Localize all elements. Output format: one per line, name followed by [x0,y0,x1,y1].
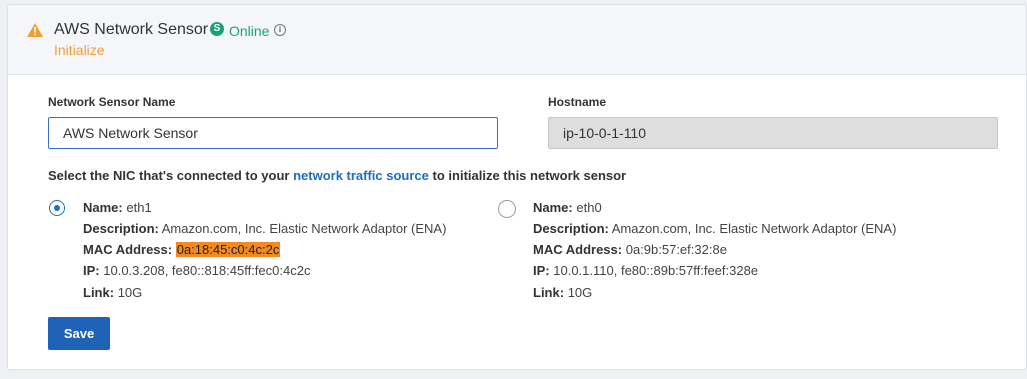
nic-link-row: Link: 10G [83,285,142,300]
nic-description-value: Amazon.com, Inc. Elastic Network Adaptor… [161,221,447,236]
nic-mac-label: MAC Address: [83,242,173,257]
network-traffic-source-link[interactable]: network traffic source [293,168,429,183]
nic-description-row: Description: Amazon.com, Inc. Elastic Ne… [83,221,446,236]
nic-mac-value: 0a:9b:57:ef:32:8e [625,242,727,257]
info-icon[interactable]: i [274,24,286,36]
sensor-name-input[interactable] [48,117,498,149]
nic-link-value: 10G [567,285,593,300]
prompt-text-after: to initialize this network sensor [428,168,627,183]
hostname-label: Hostname [548,95,607,109]
nic-mac-label: MAC Address: [533,242,623,257]
prompt-text-before: Select the NIC that's connected to your [48,168,294,183]
nic-mac-row: MAC Address: 0a:9b:57:ef:32:8e [533,242,727,257]
nic-name-label: Name: [533,200,573,215]
sensor-card: AWS Network Sensor S Online i Initialize… [7,4,1027,370]
nic-mac-row: MAC Address: 0a:18:45:c0:4c:2c [83,242,281,257]
nic-ip-label: IP: [83,263,100,278]
nic-ip-value: 10.0.3.208, fe80::818:45ff:fec0:4c2c [103,263,311,278]
page-title: AWS Network Sensor [54,21,209,38]
nic-link-label: Link: [533,285,565,300]
nic-description-label: Description: [533,221,609,236]
status-badge: Online [229,23,270,39]
nic-ip-row: IP: 10.0.1.110, fe80::89b:57ff:feef:328e [533,263,758,278]
nic-name-value: eth0 [576,200,602,215]
card-header: AWS Network Sensor S Online i Initialize [8,5,1026,75]
warning-icon [27,23,43,37]
save-button[interactable]: Save [48,317,110,350]
nic-description-label: Description: [83,221,159,236]
nic-name-label: Name: [83,200,123,215]
nic-radio-eth0[interactable] [498,200,516,218]
online-status-icon: S [210,22,224,36]
nic-description-value: Amazon.com, Inc. Elastic Network Adaptor… [611,221,897,236]
hostname-field [548,117,998,149]
nic-name-row: Name: eth0 [533,200,602,215]
nic-name-row: Name: eth1 [83,200,152,215]
nic-link-value: 10G [117,285,143,300]
nic-mac-value-highlighted: 0a:18:45:c0:4c:2c [175,242,281,257]
nic-link-row: Link: 10G [533,285,592,300]
nic-link-label: Link: [83,285,115,300]
sensor-name-label: Network Sensor Name [48,95,176,109]
page-subtitle: Initialize [54,42,105,58]
nic-prompt: Select the NIC that's connected to your … [48,168,626,183]
nic-ip-value: 10.0.1.110, fe80::89b:57ff:feef:328e [553,263,759,278]
nic-name-value: eth1 [126,200,152,215]
nic-ip-row: IP: 10.0.3.208, fe80::818:45ff:fec0:4c2c [83,263,310,278]
nic-ip-label: IP: [533,263,550,278]
nic-description-row: Description: Amazon.com, Inc. Elastic Ne… [533,221,896,236]
nic-radio-eth1[interactable] [49,200,65,216]
